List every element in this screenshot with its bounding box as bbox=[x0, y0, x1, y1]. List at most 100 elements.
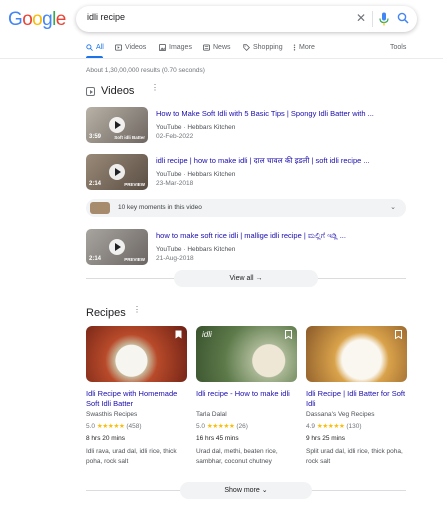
search-input[interactable]: idli recipe bbox=[87, 12, 125, 22]
show-more-button[interactable]: Show more ⌄ bbox=[180, 482, 312, 499]
recipes-heading: Recipes bbox=[86, 307, 126, 319]
search-icon bbox=[86, 44, 93, 51]
video-duration: 3:59 bbox=[89, 134, 102, 140]
rating-count: (458) bbox=[126, 423, 142, 430]
rating-stars: ★★★★★ bbox=[206, 423, 235, 430]
tab-label: More bbox=[299, 44, 315, 51]
preview-label: PREVIEW bbox=[124, 257, 145, 262]
recipe-image[interactable]: idli bbox=[196, 326, 297, 382]
tab-videos[interactable]: Videos bbox=[115, 44, 146, 51]
image-icon bbox=[159, 44, 166, 51]
search-box[interactable]: idli recipe ✕ bbox=[76, 6, 417, 32]
show-more-label: Show more bbox=[224, 487, 260, 494]
tab-images[interactable]: Images bbox=[159, 44, 192, 51]
video-source: YouTube · Hebbars Kitchen bbox=[156, 246, 236, 253]
recipe-image[interactable] bbox=[86, 326, 187, 382]
header: Google idli recipe ✕ bbox=[0, 0, 443, 38]
video-source: YouTube · Hebbars Kitchen bbox=[156, 171, 236, 178]
clear-icon[interactable]: ✕ bbox=[354, 11, 368, 25]
more-options-icon[interactable]: ⋮ bbox=[151, 84, 159, 92]
play-icon bbox=[109, 117, 125, 133]
rating-value: 4.9 bbox=[306, 423, 316, 430]
rating-value: 5.0 bbox=[196, 423, 206, 430]
tools-button[interactable]: Tools bbox=[390, 44, 406, 51]
video-section-icon bbox=[86, 87, 95, 96]
recipe-source: Dassana's Veg Recipes bbox=[306, 411, 375, 418]
logo-letter: G bbox=[8, 9, 23, 30]
rating-count: (130) bbox=[346, 423, 362, 430]
tab-label: Images bbox=[169, 44, 192, 51]
tab-all[interactable]: All bbox=[86, 44, 104, 51]
video-thumbnail[interactable]: 2:14 PREVIEW bbox=[86, 229, 148, 265]
recipe-rating: 5.0 ★★★★★ (458) bbox=[86, 422, 142, 430]
recipe-image[interactable] bbox=[306, 326, 407, 382]
news-icon bbox=[203, 44, 210, 51]
video-date: 21-Aug-2018 bbox=[156, 255, 194, 262]
play-icon bbox=[109, 239, 125, 255]
videos-heading: Videos bbox=[101, 85, 135, 97]
bookmark-icon[interactable] bbox=[175, 330, 182, 339]
tab-news[interactable]: News bbox=[203, 44, 231, 51]
recipe-time: 16 hrs 45 mins bbox=[196, 435, 239, 442]
view-all-label: View all bbox=[229, 275, 254, 282]
video-date: 23-Mar-2018 bbox=[156, 180, 194, 187]
logo-letter: o bbox=[32, 9, 43, 30]
key-moments-bar[interactable]: 10 key moments in this video ⌄ bbox=[86, 199, 406, 217]
chevron-down-icon: ⌄ bbox=[390, 204, 396, 211]
tag-icon bbox=[243, 44, 250, 51]
arrow-right-icon: → bbox=[255, 275, 263, 282]
video-icon bbox=[115, 44, 122, 51]
video-result[interactable]: 2:14 PREVIEW idli recipe | how to make i… bbox=[86, 154, 406, 204]
view-all-button[interactable]: View all → bbox=[174, 270, 318, 287]
recipe-title-link[interactable]: Idli Recipe with Homemade Soft Idli Batt… bbox=[86, 389, 187, 409]
more-options-icon[interactable]: ⋮ bbox=[133, 306, 141, 314]
video-title-link[interactable]: How to Make Soft Idli with 5 Basic Tips … bbox=[156, 109, 396, 118]
tab-label: News bbox=[213, 44, 231, 51]
rating-value: 5.0 bbox=[86, 423, 96, 430]
recipe-title-link[interactable]: Idli Recipe | Idli Batter for Soft Idli bbox=[306, 389, 407, 409]
search-icon[interactable] bbox=[397, 12, 409, 24]
video-title-link[interactable]: how to make soft rice idli | mallige idl… bbox=[156, 231, 396, 241]
recipe-title-link[interactable]: Idli recipe - How to make idli bbox=[196, 389, 297, 399]
recipe-time: 9 hrs 25 mins bbox=[306, 435, 346, 442]
video-result[interactable]: 3:59 Soft idli Batter How to Make Soft I… bbox=[86, 107, 406, 157]
tab-label: All bbox=[96, 44, 104, 51]
mic-icon[interactable] bbox=[378, 12, 390, 26]
tab-shopping[interactable]: Shopping bbox=[243, 44, 283, 51]
video-thumbnail[interactable]: 2:14 PREVIEW bbox=[86, 154, 148, 190]
tab-label: Shopping bbox=[253, 44, 283, 51]
result-stats: About 1,30,00,000 results (0.70 seconds) bbox=[86, 67, 205, 74]
video-date: 02-Feb-2022 bbox=[156, 133, 194, 140]
key-moment-thumbnail bbox=[90, 202, 110, 214]
recipe-time: 8 hrs 20 mins bbox=[86, 435, 126, 442]
thumbnail-caption: Soft idli Batter bbox=[114, 135, 145, 140]
image-caption: idli bbox=[202, 330, 212, 339]
google-logo[interactable]: Google bbox=[8, 9, 66, 31]
tab-label: Videos bbox=[125, 44, 147, 51]
search-tabs: All Videos Images News Shopping More Too… bbox=[0, 40, 443, 59]
key-moments-label: 10 key moments in this video bbox=[118, 204, 202, 211]
video-title-link[interactable]: idli recipe | how to make idli | दाल चाव… bbox=[156, 156, 396, 166]
rating-count: (26) bbox=[236, 423, 248, 430]
recipe-rating: 4.9 ★★★★★ (130) bbox=[306, 422, 362, 430]
recipe-rating: 5.0 ★★★★★ (26) bbox=[196, 422, 248, 430]
play-icon bbox=[109, 164, 125, 180]
video-duration: 2:14 bbox=[89, 256, 102, 262]
chevron-down-icon: ⌄ bbox=[261, 487, 268, 494]
rating-stars: ★★★★★ bbox=[96, 423, 125, 430]
bookmark-icon[interactable] bbox=[285, 330, 292, 339]
video-thumbnail[interactable]: 3:59 Soft idli Batter bbox=[86, 107, 148, 143]
tab-more[interactable]: More bbox=[293, 44, 315, 51]
rating-stars: ★★★★★ bbox=[316, 423, 345, 430]
bookmark-icon[interactable] bbox=[395, 330, 402, 339]
recipe-source: Swasthis Recipes bbox=[86, 411, 138, 418]
logo-letter: g bbox=[42, 9, 53, 30]
recipe-source: Tarla Dalal bbox=[196, 411, 227, 418]
recipe-ingredients: Idli rava, urad dal, idli rice, thick po… bbox=[86, 448, 177, 465]
active-tab-indicator bbox=[86, 56, 103, 58]
tools-label: Tools bbox=[390, 44, 407, 51]
more-vert-icon bbox=[293, 44, 296, 51]
video-source: YouTube · Hebbars Kitchen bbox=[156, 124, 236, 131]
recipe-ingredients: Split urad dal, idli rice, thick poha, r… bbox=[306, 448, 403, 465]
preview-label: PREVIEW bbox=[124, 182, 145, 187]
